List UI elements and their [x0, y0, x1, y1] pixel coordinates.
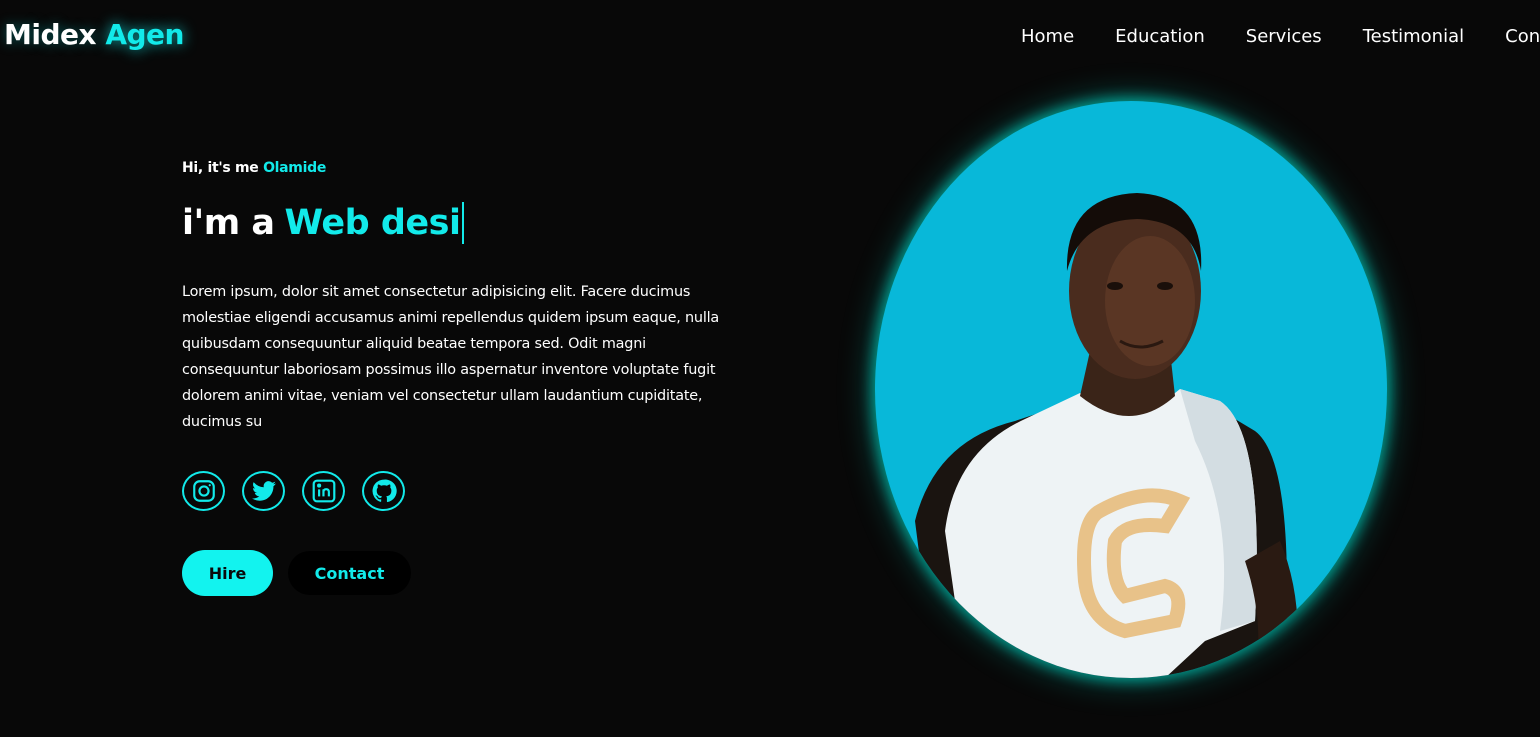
headline-typed-text: Web desi: [284, 203, 461, 243]
nav-contact[interactable]: Contact: [1505, 26, 1540, 47]
instagram-icon: [192, 480, 215, 502]
headline: i'm a Web desi: [182, 202, 465, 244]
linkedin-link[interactable]: [302, 471, 345, 511]
nav-education[interactable]: Education: [1115, 26, 1205, 47]
twitter-icon: [251, 481, 276, 501]
page: Midex Agen Home Education Services Testi…: [0, 0, 1540, 737]
nav-testimonial[interactable]: Testimonial: [1363, 26, 1464, 47]
contact-button[interactable]: Contact: [288, 551, 411, 595]
logo-accent: Agen: [105, 18, 184, 51]
profile-portrait: [875, 101, 1387, 678]
github-link[interactable]: [362, 471, 405, 511]
bio-text: Lorem ipsum, dolor sit amet consectetur …: [182, 284, 720, 430]
social-links: [182, 471, 405, 511]
logo-main: Midex: [4, 18, 97, 51]
nav-services[interactable]: Services: [1246, 26, 1322, 47]
twitter-link[interactable]: [242, 471, 285, 511]
person-illustration: [915, 193, 1298, 678]
headline-prefix: i'm a: [182, 203, 275, 243]
typing-cursor: [462, 202, 465, 244]
greeting: Hi, it's me Olamide: [182, 160, 326, 176]
linkedin-icon: [312, 479, 335, 503]
logo[interactable]: Midex Agen: [4, 18, 184, 51]
nav-home[interactable]: Home: [1021, 26, 1074, 47]
greeting-prefix: Hi, it's me: [182, 160, 259, 176]
github-icon: [372, 479, 397, 503]
hire-button[interactable]: Hire: [182, 550, 273, 596]
instagram-link[interactable]: [182, 471, 225, 511]
greeting-name: Olamide: [263, 160, 327, 176]
main-nav: Home Education Services Testimonial Cont…: [1021, 26, 1540, 47]
